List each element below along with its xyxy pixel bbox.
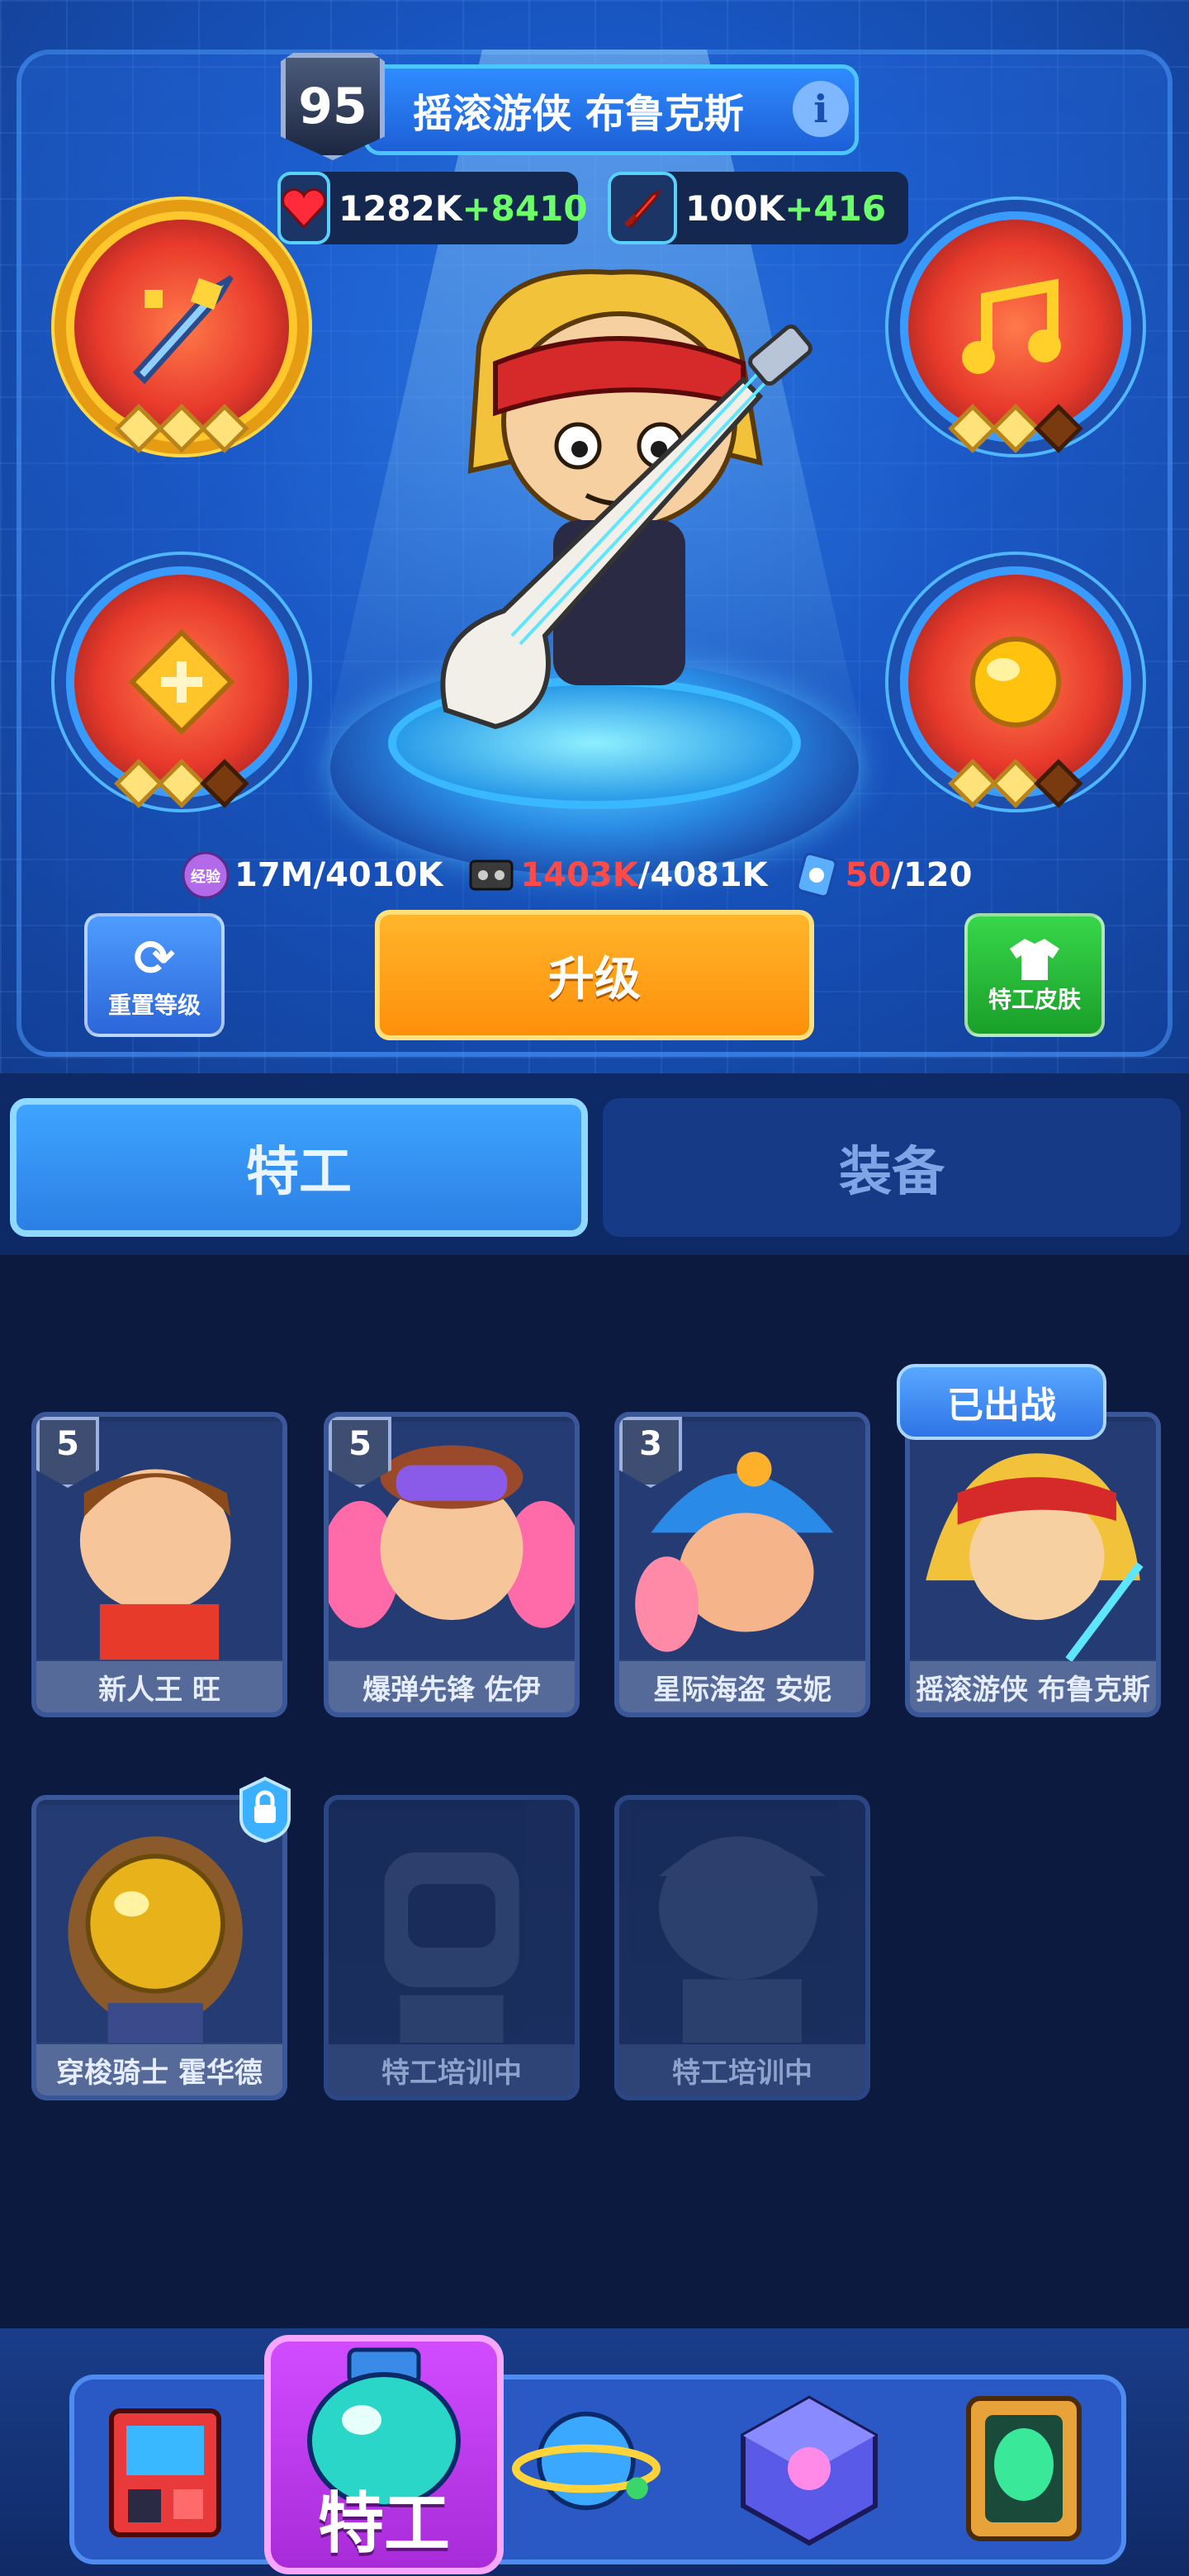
skill-sword[interactable] — [66, 211, 297, 453]
skill-orb[interactable] — [900, 566, 1131, 808]
upgrade-button[interactable]: 升级 — [375, 910, 814, 1040]
exp-value: 17M/4010K — [234, 856, 443, 894]
tab-bar: 特工 装备 — [0, 1073, 1189, 1255]
exp-resource: 经验 17M/4010K — [182, 851, 443, 899]
refresh-icon: ⟳ — [133, 930, 176, 987]
cube-icon — [741, 2395, 878, 2546]
lock-icon — [239, 1777, 291, 1843]
card-need: /120 — [891, 856, 973, 894]
nav-portal[interactable] — [950, 2378, 1098, 2559]
arcade-machine-icon — [109, 2408, 221, 2537]
tape-have: 1403K — [520, 856, 638, 894]
agent-card[interactable]: 5 新人王 旺 — [31, 1412, 287, 1717]
tape-need: /4081K — [637, 856, 768, 894]
agent-name: 星际海盗 安妮 — [619, 1661, 865, 1712]
resource-bar: 经验 17M/4010K 1403K /4081K 50 /120 — [182, 850, 1024, 900]
agent-name: 摇滚游侠 布鲁克斯 — [910, 1661, 1156, 1712]
portal-icon — [966, 2396, 1082, 2541]
nav-cube[interactable] — [735, 2378, 883, 2559]
agent-name: 特工培训中 — [329, 2044, 575, 2095]
agent-skin-button[interactable]: 特工皮肤 — [964, 913, 1105, 1037]
tape-icon — [469, 859, 514, 891]
agent-card-deployed[interactable]: 摇滚游侠 布鲁克斯 — [905, 1412, 1161, 1717]
info-icon[interactable]: i — [793, 81, 849, 137]
hero-name: 摇滚游侠 布鲁克斯 — [413, 91, 744, 137]
tab-agent[interactable]: 特工 — [10, 1098, 588, 1237]
atk-value: 100K — [685, 187, 785, 229]
hp-bonus: +8410 — [462, 187, 588, 229]
atk-bonus: +416 — [784, 187, 887, 229]
exp-icon: 经验 — [182, 851, 230, 899]
agent-card[interactable]: 3 星际海盗 安妮 — [614, 1412, 870, 1717]
agent-portrait — [910, 1417, 1156, 1664]
hero-character-illustration — [440, 269, 812, 730]
tab-equipment[interactable]: 装备 — [603, 1098, 1181, 1237]
nav-planet[interactable] — [512, 2378, 661, 2559]
svg-text:经验: 经验 — [191, 868, 221, 886]
planet-icon — [512, 2411, 661, 2511]
skill-music[interactable] — [900, 211, 1131, 453]
agent-name: 穿梭骑士 霍华德 — [36, 2044, 282, 2095]
agent-card-locked[interactable]: 特工培训中 — [614, 1795, 870, 2100]
shirt-icon — [1010, 939, 1059, 980]
card-have: 50 — [845, 856, 892, 894]
sword-skill-icon — [132, 275, 234, 385]
agent-silhouette — [619, 1800, 865, 2048]
deployed-badge: 已出战 — [897, 1364, 1106, 1440]
card-icon — [796, 852, 837, 898]
music-note-icon — [962, 278, 1061, 374]
skill-buff[interactable] — [66, 566, 297, 808]
sword-icon — [608, 172, 677, 244]
card-resource: 50 /120 — [793, 851, 973, 899]
agent-card[interactable]: 5 爆弹先锋 佐伊 — [324, 1412, 580, 1717]
hero-name-bar: 摇滚游侠 布鲁克斯 — [363, 64, 859, 155]
hp-stat: 1282K +8410 — [277, 172, 588, 244]
nav-shop[interactable] — [91, 2378, 239, 2559]
reset-level-label: 重置等级 — [107, 992, 201, 1019]
plus-diamond-icon — [128, 628, 235, 736]
tape-resource: 1403K /4081K — [467, 851, 768, 899]
atk-stat: 100K +416 — [608, 172, 908, 244]
agent-name: 新人王 旺 — [36, 1661, 282, 1712]
nav-agent-label: 特工 — [318, 2485, 450, 2562]
heart-icon — [277, 172, 330, 244]
agent-silhouette — [329, 1800, 575, 2048]
agent-name: 特工培训中 — [619, 2044, 865, 2095]
orb-icon — [970, 637, 1061, 727]
reset-level-button[interactable]: ⟳ 重置等级 — [84, 913, 225, 1037]
agent-skin-label: 特工皮肤 — [988, 986, 1081, 1013]
hp-value: 1282K — [339, 187, 462, 229]
agent-name: 爆弹先锋 佐伊 — [329, 1661, 575, 1712]
agent-card-locked[interactable]: 特工培训中 — [324, 1795, 580, 2100]
